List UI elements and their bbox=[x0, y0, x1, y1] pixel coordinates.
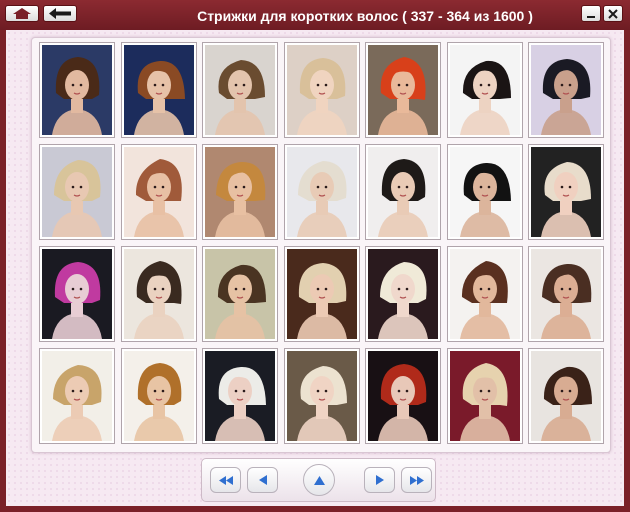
hairstyle-photo bbox=[450, 45, 520, 135]
hairstyle-photo bbox=[124, 249, 194, 339]
hairstyle-thumbnail[interactable] bbox=[39, 246, 115, 342]
hairstyle-photo bbox=[205, 351, 275, 441]
hairstyle-thumbnail[interactable] bbox=[284, 246, 360, 342]
hairstyle-photo bbox=[205, 45, 275, 135]
hairstyle-photo bbox=[124, 351, 194, 441]
hairstyle-photo bbox=[42, 45, 112, 135]
next-page-icon bbox=[375, 475, 384, 485]
hairstyle-thumbnail[interactable] bbox=[39, 42, 115, 138]
hairstyle-thumbnail[interactable] bbox=[365, 348, 441, 444]
hairstyle-photo bbox=[287, 147, 357, 237]
minimize-icon bbox=[587, 15, 595, 18]
hairstyle-photo bbox=[124, 45, 194, 135]
hairstyle-photo bbox=[124, 147, 194, 237]
window-title: Стрижки для коротких волос ( 337 - 364 и… bbox=[197, 8, 533, 24]
back-arrow-icon bbox=[49, 8, 71, 19]
hairstyle-photo bbox=[42, 249, 112, 339]
hairstyle-thumbnail[interactable] bbox=[202, 144, 278, 240]
hairstyle-photo bbox=[42, 147, 112, 237]
hairstyle-thumbnail[interactable] bbox=[365, 246, 441, 342]
hairstyle-photo bbox=[368, 249, 438, 339]
hairstyle-photo bbox=[287, 45, 357, 135]
hairstyle-photo bbox=[531, 45, 601, 135]
hairstyle-thumbnail[interactable] bbox=[528, 42, 604, 138]
up-icon bbox=[313, 475, 325, 485]
hairstyle-thumbnail[interactable] bbox=[202, 42, 278, 138]
hairstyle-photo bbox=[450, 351, 520, 441]
last-page-icon bbox=[409, 475, 424, 485]
first-page-button[interactable] bbox=[210, 467, 241, 493]
hairstyle-photo bbox=[531, 351, 601, 441]
home-button[interactable] bbox=[5, 5, 39, 22]
last-page-button[interactable] bbox=[401, 467, 432, 493]
hairstyle-photo bbox=[205, 147, 275, 237]
content-area bbox=[6, 30, 624, 506]
hairstyle-photo bbox=[368, 351, 438, 441]
hairstyle-thumbnail[interactable] bbox=[121, 246, 197, 342]
hairstyle-photo bbox=[205, 249, 275, 339]
previous-page-button[interactable] bbox=[247, 467, 278, 493]
thumbnail-grid bbox=[31, 37, 611, 453]
hairstyle-thumbnail[interactable] bbox=[39, 144, 115, 240]
hairstyle-photo bbox=[368, 45, 438, 135]
hairstyle-photo bbox=[450, 147, 520, 237]
hairstyle-photo bbox=[42, 351, 112, 441]
home-icon bbox=[13, 8, 31, 19]
hairstyle-thumbnail[interactable] bbox=[528, 348, 604, 444]
hairstyle-thumbnail[interactable] bbox=[284, 348, 360, 444]
hairstyle-photo bbox=[531, 249, 601, 339]
close-button[interactable] bbox=[603, 5, 623, 22]
hairstyle-thumbnail[interactable] bbox=[121, 348, 197, 444]
title-bar: Стрижки для коротких волос ( 337 - 364 и… bbox=[0, 0, 630, 30]
hairstyle-photo bbox=[287, 249, 357, 339]
hairstyle-photo bbox=[450, 249, 520, 339]
hairstyle-thumbnail[interactable] bbox=[365, 144, 441, 240]
close-icon bbox=[608, 8, 618, 19]
minimize-button[interactable] bbox=[581, 5, 601, 22]
hairstyle-thumbnail[interactable] bbox=[202, 348, 278, 444]
hairstyle-thumbnail[interactable] bbox=[528, 246, 604, 342]
hairstyle-photo bbox=[368, 147, 438, 237]
hairstyle-thumbnail[interactable] bbox=[447, 144, 523, 240]
hairstyle-thumbnail[interactable] bbox=[39, 348, 115, 444]
hairstyle-thumbnail[interactable] bbox=[202, 246, 278, 342]
hairstyle-thumbnail[interactable] bbox=[121, 42, 197, 138]
next-page-button[interactable] bbox=[364, 467, 395, 493]
up-button[interactable] bbox=[303, 464, 335, 496]
hairstyle-thumbnail[interactable] bbox=[365, 42, 441, 138]
pager-panel bbox=[201, 458, 436, 502]
hairstyle-thumbnail[interactable] bbox=[284, 144, 360, 240]
hairstyle-thumbnail[interactable] bbox=[447, 246, 523, 342]
hairstyle-photo bbox=[287, 351, 357, 441]
app-window: Стрижки для коротких волос ( 337 - 364 и… bbox=[0, 0, 630, 512]
hairstyle-thumbnail[interactable] bbox=[284, 42, 360, 138]
previous-page-icon bbox=[258, 475, 267, 485]
hairstyle-thumbnail[interactable] bbox=[447, 42, 523, 138]
back-button[interactable] bbox=[43, 5, 77, 22]
hairstyle-photo bbox=[531, 147, 601, 237]
hairstyle-thumbnail[interactable] bbox=[528, 144, 604, 240]
hairstyle-thumbnail[interactable] bbox=[121, 144, 197, 240]
first-page-icon bbox=[218, 475, 233, 485]
hairstyle-thumbnail[interactable] bbox=[447, 348, 523, 444]
